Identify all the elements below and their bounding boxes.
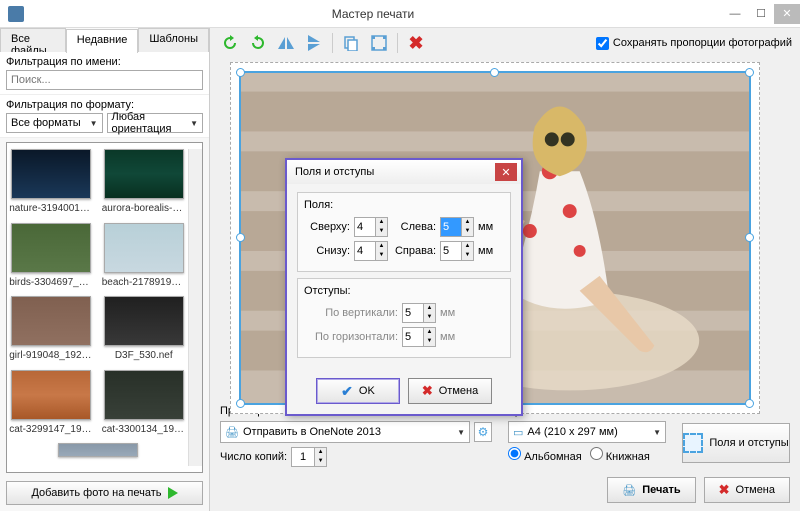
margins-icon: [683, 433, 703, 453]
fit-button[interactable]: [367, 31, 391, 55]
cancel-icon: ✖: [719, 482, 730, 498]
resize-handle[interactable]: [236, 68, 245, 77]
resize-handle[interactable]: [490, 68, 499, 77]
gaps-group-label: Отступы:: [304, 285, 504, 297]
thumbs-scrollbar[interactable]: [188, 149, 202, 466]
close-button[interactable]: ✕: [774, 4, 800, 24]
tab-recent[interactable]: Недавние: [66, 29, 139, 53]
margins-button[interactable]: Поля и отступы: [682, 423, 790, 463]
resize-handle[interactable]: [745, 233, 754, 242]
sidebar: Все файлы Недавние Шаблоны Фильтрация по…: [0, 28, 210, 511]
page-icon: ▭: [513, 426, 523, 439]
rotate-left-button[interactable]: [218, 31, 242, 55]
action-row: 🖨Печать ✖Отмена: [210, 477, 800, 511]
dialog-titlebar[interactable]: Поля и отступы ✕: [287, 160, 521, 184]
copy-button[interactable]: [339, 31, 363, 55]
thumbnail-item[interactable]: aurora-borealis-1...: [102, 149, 186, 219]
tab-all-files[interactable]: Все файлы: [0, 28, 66, 52]
filter-format-label: Фильтрация по формату:: [6, 99, 203, 111]
unit-label: мм: [440, 331, 455, 343]
thumbnail-item[interactable]: [56, 443, 140, 466]
maximize-button[interactable]: ☐: [748, 4, 774, 24]
filter-orientation-select[interactable]: Любая ориентация▼: [107, 113, 204, 133]
app-icon: [8, 6, 24, 22]
thumbnail-grid: nature-3194001_... aurora-borealis-1... …: [7, 149, 188, 466]
add-photo-button[interactable]: Добавить фото на печать: [6, 481, 203, 505]
margin-right-label: Справа:: [392, 245, 436, 257]
preview-area: Поля и отступы ✕ Поля: Сверху: ▲▼ Слева:…: [210, 58, 800, 399]
printer-settings-button[interactable]: ⚙: [474, 422, 492, 442]
gap-horiz-label: По горизонтали:: [304, 331, 398, 343]
thumbnail-item[interactable]: girl-919048_1920...: [9, 296, 93, 366]
copies-label: Число копий:: [220, 451, 287, 463]
add-photo-label: Добавить фото на печать: [31, 487, 161, 499]
thumbnail-item[interactable]: beach-2178919_1...: [102, 223, 186, 293]
filter-format-select[interactable]: Все форматы▼: [6, 113, 103, 133]
fields-group-label: Поля:: [304, 199, 504, 211]
margin-bottom-spinner[interactable]: ▲▼: [354, 241, 388, 261]
dialog-ok-button[interactable]: ✔OK: [316, 378, 400, 404]
unit-label: мм: [478, 245, 493, 257]
rotate-right-button[interactable]: [246, 31, 270, 55]
cancel-button[interactable]: ✖Отмена: [704, 477, 790, 503]
print-button[interactable]: 🖨Печать: [607, 477, 695, 503]
gap-vert-spinner[interactable]: ▲▼: [402, 303, 436, 323]
margin-left-spinner[interactable]: ▲▼: [440, 217, 474, 237]
window-title: Мастер печати: [24, 7, 722, 21]
resize-handle[interactable]: [745, 68, 754, 77]
minimize-button[interactable]: —: [722, 4, 748, 24]
gap-vert-label: По вертикали:: [304, 307, 398, 319]
thumbnail-item[interactable]: nature-3194001_...: [9, 149, 93, 219]
keep-aspect-checkbox[interactable]: Сохранять пропорции фотографий: [596, 37, 792, 50]
keep-aspect-label: Сохранять пропорции фотографий: [613, 37, 792, 49]
orientation-portrait[interactable]: Книжная: [590, 447, 650, 463]
print-icon: 🖨: [622, 484, 636, 497]
printer-icon: 🖨: [225, 426, 239, 439]
margin-top-spinner[interactable]: ▲▼: [354, 217, 388, 237]
toolbar: ✖ Сохранять пропорции фотографий: [210, 28, 800, 58]
keep-aspect-input[interactable]: [596, 37, 609, 50]
dialog-close-button[interactable]: ✕: [495, 163, 517, 181]
flip-horizontal-button[interactable]: [274, 31, 298, 55]
margin-top-label: Сверху:: [304, 221, 350, 233]
resize-handle[interactable]: [745, 399, 754, 408]
dialog-title: Поля и отступы: [295, 166, 374, 178]
resize-handle[interactable]: [236, 399, 245, 408]
thumbnail-item[interactable]: birds-3304697_19...: [9, 223, 93, 293]
filter-name-label: Фильтрация по имени:: [6, 56, 203, 68]
margin-left-label: Слева:: [392, 221, 436, 233]
printer-select[interactable]: 🖨 Отправить в OneNote 2013▼: [220, 421, 470, 443]
unit-label: мм: [440, 307, 455, 319]
paper-select[interactable]: ▭ А4 (210 x 297 мм)▼: [508, 421, 666, 443]
separator: [332, 33, 333, 53]
thumbnail-item[interactable]: cat-3300134_192...: [102, 370, 186, 440]
filter-name-input[interactable]: [6, 70, 203, 90]
separator: [397, 33, 398, 53]
tab-templates[interactable]: Шаблоны: [138, 28, 209, 52]
margin-right-spinner[interactable]: ▲▼: [440, 241, 474, 261]
arrow-right-icon: [168, 487, 178, 499]
main-panel: ✖ Сохранять пропорции фотографий: [210, 28, 800, 511]
thumbnail-item[interactable]: cat-3299147_192...: [9, 370, 93, 440]
margin-bottom-label: Снизу:: [304, 245, 350, 257]
orientation-landscape[interactable]: Альбомная: [508, 447, 582, 463]
titlebar: Мастер печати — ☐ ✕: [0, 0, 800, 28]
delete-button[interactable]: ✖: [404, 31, 428, 55]
margins-dialog: Поля и отступы ✕ Поля: Сверху: ▲▼ Слева:…: [285, 158, 523, 416]
sidebar-tabs: Все файлы Недавние Шаблоны: [0, 28, 209, 52]
flip-vertical-button[interactable]: [302, 31, 326, 55]
dialog-cancel-button[interactable]: ✖Отмена: [408, 378, 492, 404]
resize-handle[interactable]: [236, 233, 245, 242]
unit-label: мм: [478, 221, 493, 233]
gap-horiz-spinner[interactable]: ▲▼: [402, 327, 436, 347]
thumbnail-item[interactable]: D3F_530.nef: [102, 296, 186, 366]
copies-spinner[interactable]: ▲▼: [291, 447, 327, 467]
